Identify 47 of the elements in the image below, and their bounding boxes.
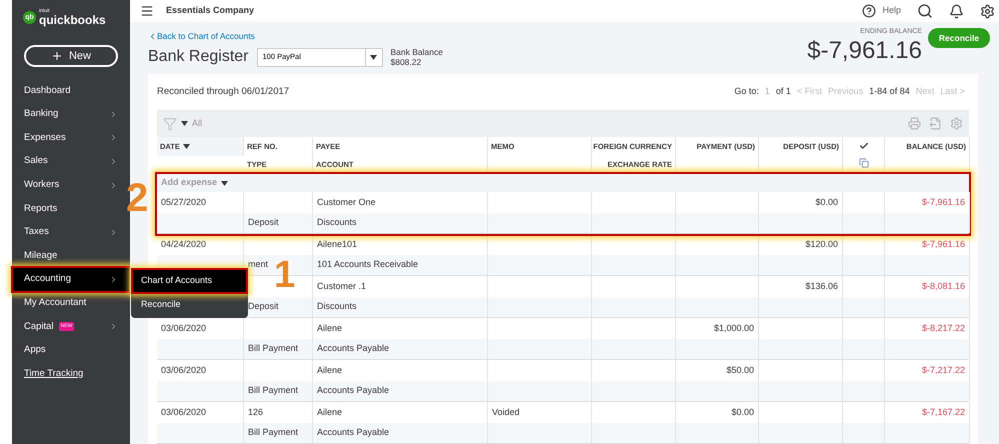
table-cell-text: Discounts: [317, 216, 357, 229]
table-cell-text: 05/27/2020: [161, 196, 206, 208]
brand-name: quickbooks: [39, 14, 106, 26]
table-cell-text: $-8,217.22: [922, 322, 965, 334]
table-cell-text: Deposit: [248, 300, 279, 313]
reconciled-text: Reconciled through 06/01/2017: [157, 84, 290, 99]
table-cell-text: 04/24/2020: [161, 238, 206, 250]
table-cell-text: $-7,961.16: [922, 196, 965, 208]
table-cell-text: $-7,961.16: [922, 238, 965, 250]
table-cell-text: $0.00: [731, 406, 754, 418]
table-cell-text: $50.00: [726, 364, 754, 376]
page-title: Bank Register: [148, 47, 248, 67]
table-cell-text: $-7,167.22: [922, 406, 965, 418]
table-cell-text: Accounts Payable: [317, 426, 390, 439]
table-cell-text: $-7,217.22: [922, 364, 965, 376]
table-cell-text: Ailene: [317, 322, 342, 334]
bank-balance-value: $808.22: [390, 57, 422, 67]
table-cell-text: $0.00: [815, 196, 838, 208]
table-cell-text: 126: [248, 406, 264, 418]
table-cell-text: Ailene101: [317, 238, 358, 250]
table-cell-text: 03/06/2020: [161, 322, 206, 334]
table-cell-text: Voided: [492, 406, 520, 418]
table-cell-text: $-8,081.16: [922, 280, 965, 292]
table-cell-text: $136.06: [805, 280, 838, 292]
table-cell-text: 101 Accounts Receivable: [317, 258, 418, 271]
goto-label: Go to:: [734, 85, 759, 98]
table-cell-text: Bill Payment: [248, 342, 298, 355]
table-cell-text: Discounts: [317, 300, 357, 313]
table-cell-text: 03/06/2020: [161, 406, 206, 418]
table-cell-text: Bill Payment: [248, 426, 298, 439]
company-name: Essentials Company: [166, 4, 254, 18]
range-text: 1-84 of 84: [869, 85, 910, 98]
table-cell-text: Customer One: [317, 196, 376, 208]
bank-balance-label: Bank Balance: [390, 47, 443, 57]
table-cell-text: Customer .1: [317, 280, 366, 292]
table-cell-text: Deposit: [248, 216, 279, 229]
table-cell-text: ment: [248, 258, 268, 271]
table-cell-text: 03/06/2020: [161, 364, 206, 376]
table-cell-text: Ailene: [317, 364, 342, 376]
ending-balance-value: $-7,961.16: [807, 38, 922, 64]
table-cell-text: Ailene: [317, 406, 342, 418]
table-cell-text: Accounts Payable: [317, 384, 390, 397]
table-cell-text: $1,000.00: [714, 322, 754, 334]
table-cell-text: Bill Payment: [248, 384, 298, 397]
table-cell-text: Accounts Payable: [317, 342, 390, 355]
table-cell-text: $120.00: [805, 238, 838, 250]
page-count: of 1: [776, 85, 791, 98]
